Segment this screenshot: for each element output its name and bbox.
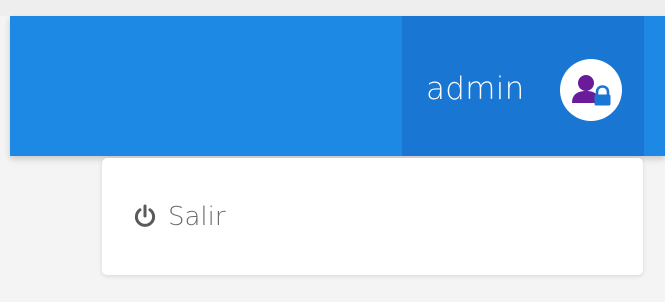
power-icon	[132, 203, 158, 229]
user-lock-icon[interactable]	[560, 59, 622, 121]
username-label[interactable]: admin	[426, 69, 525, 109]
top-strip	[0, 0, 665, 16]
logout-menu-item[interactable]: Salir	[102, 186, 643, 250]
logout-label: Salir	[168, 202, 226, 232]
user-dropdown-menu: Salir	[102, 158, 643, 275]
page: admin Salir	[0, 0, 665, 302]
